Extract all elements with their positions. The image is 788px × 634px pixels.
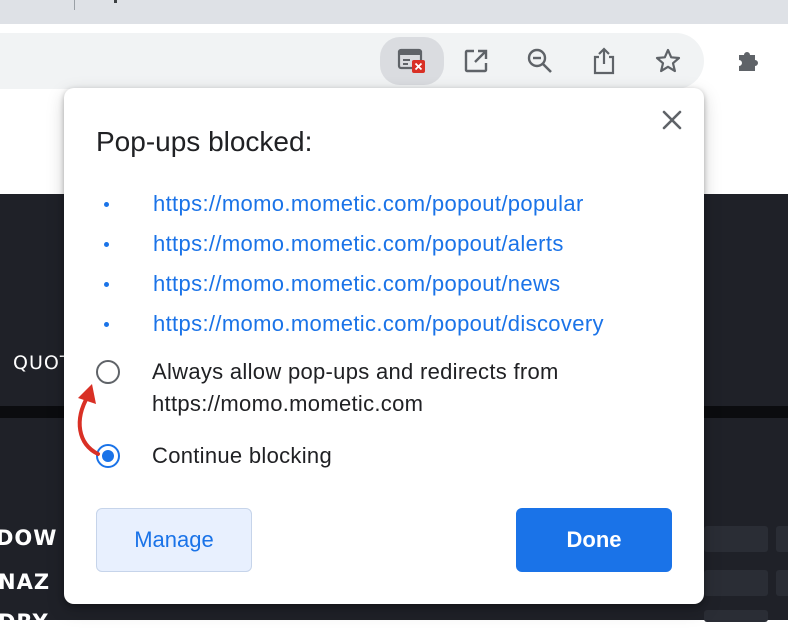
close-icon [662, 110, 682, 130]
bullet-icon [104, 242, 109, 247]
continue-blocking-option[interactable]: Continue blocking [96, 440, 332, 472]
ticker-dow: DOW [0, 526, 58, 550]
blocked-url-link-discovery[interactable]: https://momo.mometic.com/popout/discover… [126, 311, 604, 337]
manage-button[interactable]: Manage [96, 508, 252, 572]
ticker-cell [704, 610, 768, 622]
extensions-puzzle-icon[interactable] [728, 41, 768, 81]
always-allow-option[interactable]: Always allow pop-ups and redirects from … [96, 356, 559, 420]
ticker-cell [776, 526, 788, 552]
ticker-naz: NAZ [0, 570, 51, 594]
ticker-cell [776, 570, 788, 596]
tab-separator [74, 0, 75, 10]
ticker-cell [704, 526, 768, 552]
tab-strip [0, 0, 788, 24]
dialog-title: Pop-ups blocked: [96, 126, 313, 157]
popup-blocked-icon[interactable] [380, 37, 444, 85]
share-icon[interactable] [584, 41, 624, 81]
open-in-new-icon[interactable] [456, 41, 496, 81]
bullet-icon [104, 322, 109, 327]
list-item: https://momo.mometic.com/popout/news [104, 264, 604, 304]
list-item: https://momo.mometic.com/popout/popular [104, 184, 604, 224]
done-button[interactable]: Done [516, 508, 672, 572]
list-item: https://momo.mometic.com/popout/alerts [104, 224, 604, 264]
ticker-cell [704, 570, 768, 596]
ticker-dry: DRY [0, 610, 49, 634]
popups-blocked-dialog: Pop-ups blocked: https://momo.mometic.co… [64, 88, 704, 604]
blocked-url-link-news[interactable]: https://momo.mometic.com/popout/news [126, 271, 561, 297]
bullet-icon [104, 282, 109, 287]
tab-fragment [114, 0, 117, 3]
star-icon[interactable] [648, 41, 688, 81]
bullet-icon [104, 202, 109, 207]
blocked-url-list: https://momo.mometic.com/popout/popular … [104, 184, 604, 344]
zoom-out-icon[interactable] [520, 41, 560, 81]
blocked-url-link-popular[interactable]: https://momo.mometic.com/popout/popular [126, 191, 584, 217]
list-item: https://momo.mometic.com/popout/discover… [104, 304, 604, 344]
continue-blocking-label: Continue blocking [152, 443, 332, 468]
close-button[interactable] [656, 104, 688, 136]
annotation-arrow-icon [77, 384, 100, 456]
always-allow-label: Always allow pop-ups and redirects from … [152, 359, 559, 416]
blocked-url-link-alerts[interactable]: https://momo.mometic.com/popout/alerts [126, 231, 564, 257]
